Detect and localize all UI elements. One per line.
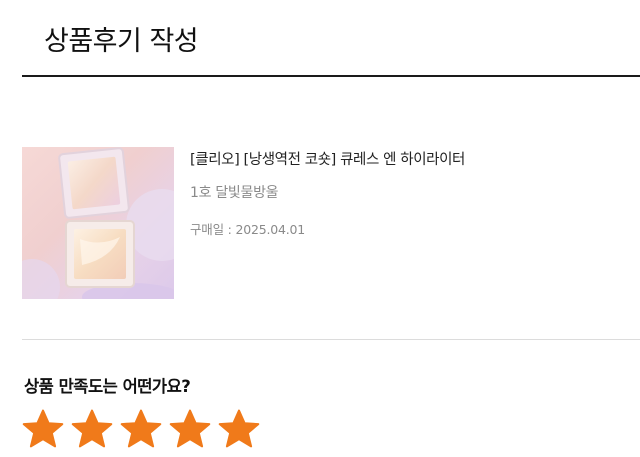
product-name: [클리오] [낭생역전 코숏] 큐레스 엔 하이라이터: [190, 152, 465, 168]
star-2-icon[interactable]: [71, 409, 113, 449]
star-rating[interactable]: [22, 409, 260, 449]
rating-question: 상품 만족도는 어떤가요?: [24, 377, 191, 396]
title-divider: [22, 75, 640, 77]
page-title: 상품후기 작성: [44, 26, 199, 57]
product-image: [22, 147, 174, 299]
star-4-icon[interactable]: [169, 409, 211, 449]
star-1-icon[interactable]: [22, 409, 64, 449]
purchase-date: 구매일 : 2025.04.01: [190, 222, 306, 237]
product-option: 1호 달빛물방울: [190, 185, 279, 201]
star-3-icon[interactable]: [120, 409, 162, 449]
section-divider: [22, 339, 640, 340]
star-5-icon[interactable]: [218, 409, 260, 449]
review-write-page: 상품후기 작성 [클리오] [낭생역전 코숏] 큐레스 엔 하이라이터 1호 달…: [0, 0, 640, 457]
product-photo-icon: [22, 147, 174, 299]
